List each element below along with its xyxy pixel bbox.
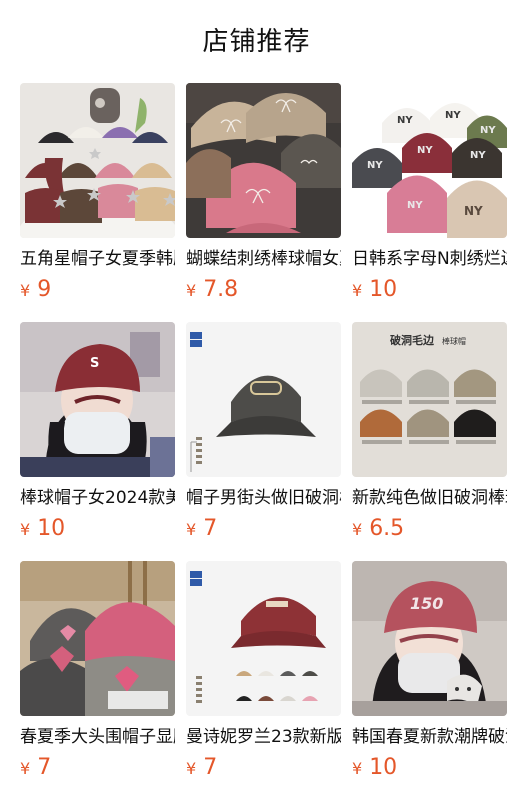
currency-symbol: ¥ — [186, 759, 197, 778]
svg-text:150: 150 — [410, 594, 443, 613]
svg-text:NY: NY — [464, 204, 483, 218]
svg-text:NY: NY — [417, 145, 433, 156]
currency-symbol: ¥ — [186, 520, 197, 539]
product-image[interactable] — [186, 83, 341, 238]
product-price: ¥ 10 — [352, 754, 507, 782]
product-image[interactable] — [186, 322, 341, 477]
price-amount: 7 — [203, 516, 218, 541]
price-amount: 9 — [37, 277, 52, 302]
svg-text:NY: NY — [367, 160, 383, 171]
currency-symbol: ¥ — [352, 281, 363, 300]
product-name[interactable]: 五角星帽子女夏季韩版 — [20, 247, 175, 271]
product-name[interactable]: 棒球帽子女2024款美式 — [20, 486, 175, 510]
svg-text:NY: NY — [407, 200, 423, 211]
product-image[interactable] — [186, 561, 341, 716]
product-price: ¥ 7 — [186, 754, 341, 782]
product-card[interactable]: NY NY NY NY NY NY NY NY 日韩系字母N刺绣烂边 ¥ 10 — [352, 83, 507, 303]
product-card[interactable]: 春夏季大头围帽子显脸 ¥ 7 — [20, 561, 175, 781]
currency-symbol: ¥ — [352, 520, 363, 539]
product-price: ¥ 9 — [20, 276, 175, 304]
product-card[interactable]: 蝴蝶结刺绣棒球帽女夏 ¥ 7.8 — [186, 83, 341, 303]
product-card[interactable]: 五角星帽子女夏季韩版 ¥ 9 — [20, 83, 175, 303]
product-image[interactable]: NY NY NY NY NY NY NY NY — [352, 83, 507, 238]
product-price: ¥ 7.8 — [186, 276, 341, 304]
product-price: ¥ 6.5 — [352, 515, 507, 543]
page-title: 店铺推荐 — [202, 27, 311, 57]
product-name[interactable]: 春夏季大头围帽子显脸 — [20, 725, 175, 749]
product-image[interactable]: 150 — [352, 561, 507, 716]
price-amount: 7 — [203, 755, 218, 780]
product-card[interactable]: 帽子男街头做旧破洞棒 ¥ 7 — [186, 322, 341, 542]
svg-text:NY: NY — [480, 125, 496, 136]
price-amount: 10 — [37, 516, 66, 541]
svg-text:NY: NY — [445, 110, 461, 121]
svg-text:S: S — [90, 356, 99, 371]
product-name[interactable]: 日韩系字母N刺绣烂边 — [352, 247, 507, 271]
currency-symbol: ¥ — [186, 281, 197, 300]
product-image[interactable] — [20, 561, 175, 716]
currency-symbol: ¥ — [20, 759, 31, 778]
price-amount: 7.8 — [203, 277, 239, 302]
product-card[interactable]: 150 韩国春夏新款潮牌破洞 ¥ 10 — [352, 561, 507, 781]
product-card[interactable]: S 棒球帽子女2024款美式 ¥ 10 — [20, 322, 175, 542]
product-image[interactable]: S — [20, 322, 175, 477]
product-name[interactable]: 韩国春夏新款潮牌破洞 — [352, 725, 507, 749]
product-name[interactable]: 曼诗妮罗兰23款新版 — [186, 725, 341, 749]
currency-symbol: ¥ — [20, 281, 31, 300]
currency-symbol: ¥ — [20, 520, 31, 539]
product-name[interactable]: 新款纯色做旧破洞棒球 — [352, 486, 507, 510]
price-amount: 10 — [369, 277, 398, 302]
price-amount: 7 — [37, 755, 52, 780]
product-card[interactable]: 曼诗妮罗兰23款新版 ¥ 7 — [186, 561, 341, 781]
product-name[interactable]: 蝴蝶结刺绣棒球帽女夏 — [186, 247, 341, 271]
svg-text:NY: NY — [470, 150, 486, 161]
svg-text:NY: NY — [397, 115, 413, 126]
product-card[interactable]: 破洞毛边 棒球帽 新款纯色做旧破洞棒球 ¥ 6.5 — [352, 322, 507, 542]
product-name[interactable]: 帽子男街头做旧破洞棒 — [186, 486, 341, 510]
price-amount: 10 — [369, 755, 398, 780]
banner-subtitle: 棒球帽 — [442, 336, 466, 346]
product-image[interactable]: 破洞毛边 棒球帽 — [352, 322, 507, 477]
product-price: ¥ 10 — [20, 515, 175, 543]
banner-title: 破洞毛边 — [390, 333, 435, 347]
product-price: ¥ 7 — [186, 515, 341, 543]
price-amount: 6.5 — [369, 516, 405, 541]
product-price: ¥ 7 — [20, 754, 175, 782]
currency-symbol: ¥ — [352, 759, 363, 778]
product-image[interactable] — [20, 83, 175, 238]
product-price: ¥ 10 — [352, 276, 507, 304]
